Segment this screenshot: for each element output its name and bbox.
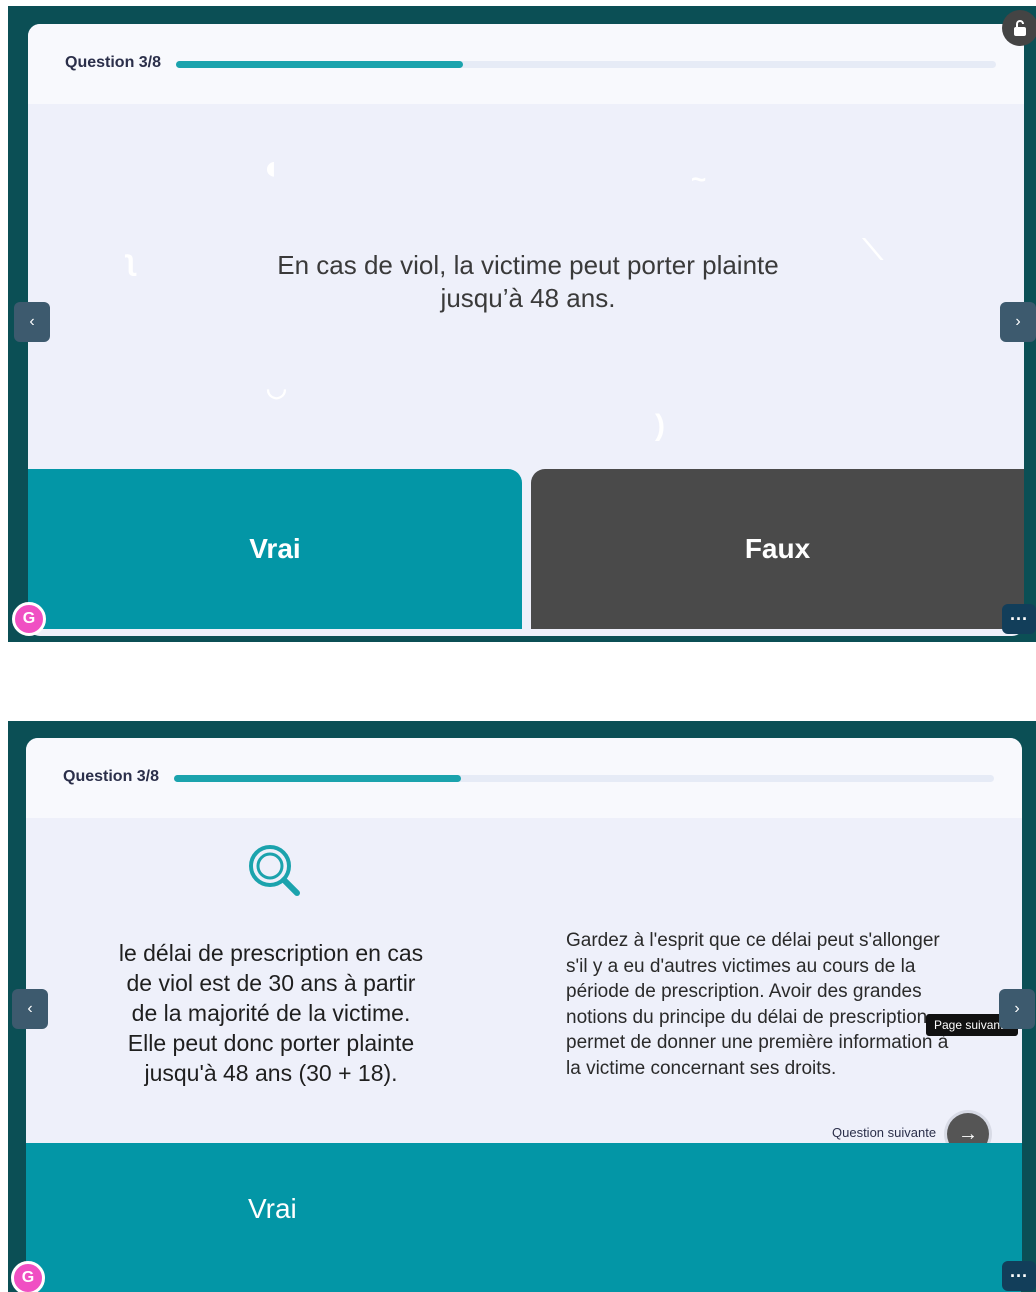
- answer-false-button[interactable]: Faux: [531, 469, 1024, 629]
- info-line: la victime concernant ses droits.: [566, 1057, 837, 1079]
- badge-icon[interactable]: G: [12, 602, 46, 636]
- lock-icon: [1014, 20, 1026, 36]
- chevron-left-icon: ‹: [29, 313, 35, 330]
- explanation-line: le délai de prescription en cas: [118, 940, 424, 966]
- progress-bar: [174, 775, 994, 782]
- info-line: notions du principe du délai de prescrip…: [566, 1006, 928, 1028]
- magnifier-icon: [249, 845, 300, 896]
- explanation-line: de viol est de 30 ans à partir: [126, 970, 416, 996]
- explanation-line: de la majorité de la victime.: [131, 1000, 411, 1026]
- progress-fill: [176, 61, 463, 68]
- quiz-card: Question 3/8 ◖ ~ ʅ ⟍ ◡ ) En cas de viol,…: [28, 24, 1024, 636]
- question-line: jusqu’à 48 ans.: [440, 283, 616, 313]
- decorative-shape: ⟍: [863, 234, 883, 265]
- quiz-header: Question 3/8: [26, 738, 1022, 818]
- more-options-button[interactable]: ···: [1002, 1261, 1036, 1291]
- question-text: En cas de viol, la victime peut porter p…: [228, 249, 828, 315]
- more-options-button[interactable]: ···: [1002, 604, 1036, 634]
- ellipsis-icon: ···: [1010, 1265, 1028, 1286]
- question-line: En cas de viol, la victime peut porter p…: [277, 250, 779, 280]
- answer-true-result: Vrai: [26, 1143, 1022, 1292]
- question-counter: Question 3/8: [65, 54, 162, 71]
- badge-icon[interactable]: G: [11, 1261, 45, 1292]
- quiz-header: Question 3/8: [28, 24, 1024, 104]
- decorative-shape: ): [655, 409, 665, 442]
- explanation-line: jusqu'à 48 ans (30 + 18).: [144, 1060, 398, 1086]
- info-line: période de prescription. Avoir des grand…: [566, 981, 922, 1002]
- explanation-line: Elle peut donc porter plainte: [127, 1030, 415, 1056]
- next-page-button[interactable]: ›: [999, 989, 1035, 1029]
- chevron-left-icon: ‹: [27, 1000, 33, 1017]
- progress-fill: [174, 775, 461, 782]
- quiz-frame-question: Question 3/8 ◖ ~ ʅ ⟍ ◡ ) En cas de viol,…: [8, 6, 1036, 642]
- info-line: permet de donner une première informatio…: [566, 1032, 949, 1053]
- quiz-frame-feedback: Question 3/8 le délai de prescription en…: [8, 721, 1036, 1292]
- decorative-shape: ~: [691, 164, 707, 194]
- chevron-right-icon: ›: [1015, 313, 1021, 330]
- badge-letter: G: [22, 610, 36, 627]
- info-line: s'il y a eu d'autres victimes au cours d…: [566, 955, 916, 977]
- ellipsis-icon: ···: [1010, 608, 1028, 629]
- decorative-shape: ◖: [260, 149, 281, 187]
- previous-page-button[interactable]: ‹: [14, 302, 50, 342]
- decorative-shape: ◡: [266, 375, 287, 402]
- progress-bar: [176, 61, 996, 68]
- badge-letter: G: [21, 1269, 35, 1286]
- lock-button[interactable]: [1002, 10, 1036, 46]
- explanation-text: le délai de prescription en cas de viol …: [106, 938, 436, 1088]
- question-counter: Question 3/8: [63, 768, 160, 785]
- quiz-card: Question 3/8 le délai de prescription en…: [26, 738, 1022, 1292]
- info-line: Gardez à l'esprit que ce délai peut s'al…: [566, 930, 940, 951]
- answer-true-button[interactable]: Vrai: [28, 469, 522, 629]
- chevron-right-icon: ›: [1014, 1000, 1020, 1017]
- next-question-label[interactable]: Question suivante: [832, 1125, 936, 1140]
- previous-page-button[interactable]: ‹: [12, 989, 48, 1029]
- next-page-button[interactable]: ›: [1000, 302, 1036, 342]
- decorative-shape: ʅ: [126, 244, 136, 277]
- additional-info-text: Gardez à l'esprit que ce délai peut s'al…: [566, 928, 976, 1081]
